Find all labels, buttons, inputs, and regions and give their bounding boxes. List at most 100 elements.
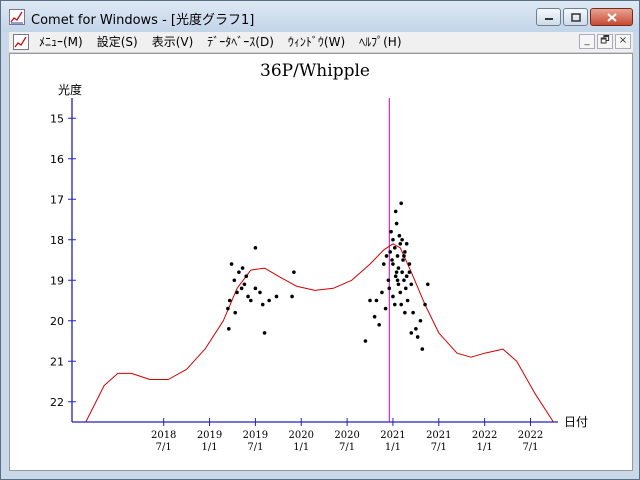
observation-point — [392, 302, 397, 307]
y-tick-label: 19 — [50, 274, 64, 287]
observation-point — [409, 282, 414, 287]
observation-point — [423, 302, 427, 307]
observation-point — [397, 233, 402, 238]
menu-item-help[interactable]: ﾍﾙﾌﾟ(H) — [359, 34, 401, 50]
x-tick-date-label: 7/1 — [156, 442, 172, 453]
observation-point — [402, 278, 406, 283]
observation-point — [398, 290, 403, 295]
menu-item-database[interactable]: ﾃﾞｰﾀﾍﾞｰｽ(D) — [207, 34, 274, 50]
observation-point — [227, 327, 231, 331]
observation-point — [232, 278, 237, 283]
observation-point — [262, 331, 267, 335]
observation-point — [392, 246, 397, 250]
observation-point — [253, 286, 258, 291]
y-tick-label: 17 — [50, 193, 64, 206]
observation-point — [395, 254, 400, 258]
observation-point — [274, 294, 279, 299]
x-tick-date-label: 1/1 — [477, 442, 493, 453]
y-tick-label: 20 — [50, 315, 64, 328]
document-icon[interactable] — [13, 34, 29, 50]
observation-point — [396, 282, 401, 287]
observation-point — [290, 294, 294, 299]
observation-point — [402, 254, 406, 258]
menu-item-menu[interactable]: ﾒﾆｭｰ(M) — [39, 34, 83, 50]
observation-point — [425, 282, 430, 287]
observation-point — [372, 314, 377, 319]
x-tick-date-label: 1/1 — [202, 442, 218, 453]
observation-point — [394, 221, 399, 226]
observation-point — [233, 310, 238, 315]
y-tick-label: 15 — [50, 112, 64, 125]
x-tick-year-label: 2019 — [243, 430, 268, 441]
x-axis-label: 日付 — [564, 415, 588, 429]
observation-point — [404, 274, 409, 278]
observation-point — [253, 246, 258, 250]
x-tick-year-label: 2021 — [426, 430, 451, 441]
observation-point — [393, 209, 398, 214]
x-tick-year-label: 2022 — [518, 430, 543, 441]
x-tick-year-label: 2018 — [151, 430, 176, 441]
x-tick-year-label: 2022 — [472, 430, 497, 441]
x-tick-year-label: 2021 — [380, 430, 405, 441]
observation-point — [400, 270, 404, 274]
maximize-icon — [570, 12, 581, 22]
observation-point — [403, 250, 407, 254]
observation-point — [391, 262, 395, 266]
observation-point — [292, 270, 296, 274]
observation-point — [235, 290, 239, 295]
maximize-button[interactable] — [563, 8, 588, 26]
mdi-restore-button[interactable]: 🗗 — [597, 34, 613, 49]
observation-point — [414, 327, 418, 331]
observation-point — [401, 258, 405, 262]
observation-point — [400, 237, 404, 242]
observation-point — [394, 270, 399, 274]
observation-point — [377, 323, 381, 327]
observation-point — [411, 310, 415, 315]
x-tick-year-label: 2020 — [289, 430, 314, 441]
menu-bar: ﾒﾆｭｰ(M) 設定(S) 表示(V) ﾃﾞｰﾀﾍﾞｰｽ(D) ｳｨﾝﾄﾞｳ(W… — [9, 32, 633, 53]
observation-point — [418, 318, 423, 323]
minimize-button[interactable] — [536, 8, 561, 26]
window-title: Comet for Windows - [光度グラフ1] — [31, 13, 255, 28]
observation-point — [244, 274, 249, 278]
observation-point — [390, 258, 394, 262]
observation-point — [246, 294, 250, 299]
observation-point — [227, 298, 232, 303]
menu-item-window[interactable]: ｳｨﾝﾄﾞｳ(W) — [288, 34, 345, 50]
observation-point — [398, 242, 403, 246]
observation-point — [415, 335, 420, 339]
observation-point — [380, 290, 384, 295]
observation-point — [249, 298, 253, 303]
title-bar[interactable]: Comet for Windows - [光度グラフ1] — [1, 1, 639, 32]
x-tick-date-label: 7/1 — [431, 442, 447, 453]
y-axis-label: 光度 — [58, 82, 82, 97]
menu-item-view[interactable]: 表示(V) — [152, 34, 194, 50]
observation-point — [404, 242, 409, 246]
y-tick-label: 16 — [50, 153, 64, 166]
mdi-minimize-button[interactable]: _ — [579, 34, 595, 49]
chart-title: 36P/Whipple — [260, 61, 370, 81]
x-tick-date-label: 7/1 — [339, 442, 355, 453]
observation-point — [242, 282, 247, 287]
observation-point — [403, 286, 408, 291]
y-tick-label: 18 — [50, 234, 64, 247]
close-icon — [606, 12, 617, 22]
observation-point — [374, 298, 379, 303]
observation-point — [386, 278, 391, 283]
y-tick-label: 21 — [50, 355, 64, 368]
observation-point — [368, 298, 372, 303]
chart-area: 36P/Whipple 光度 日付 15 16 17 18 19 20 21 22 2018 7/1 20… — [9, 53, 633, 471]
menu-item-settings[interactable]: 設定(S) — [97, 34, 138, 50]
observation-point — [240, 266, 245, 270]
observation-point — [267, 298, 271, 303]
observation-point — [405, 298, 410, 303]
observation-point — [395, 278, 400, 283]
mdi-close-button[interactable]: × — [615, 34, 631, 49]
x-tick-year-label: 2019 — [197, 430, 222, 441]
predicted-brightness-curve — [85, 243, 554, 423]
observation-point — [226, 306, 230, 311]
observation-point — [391, 237, 395, 242]
close-button[interactable] — [590, 8, 633, 26]
observation-point — [399, 302, 403, 307]
observation-point — [389, 229, 393, 234]
